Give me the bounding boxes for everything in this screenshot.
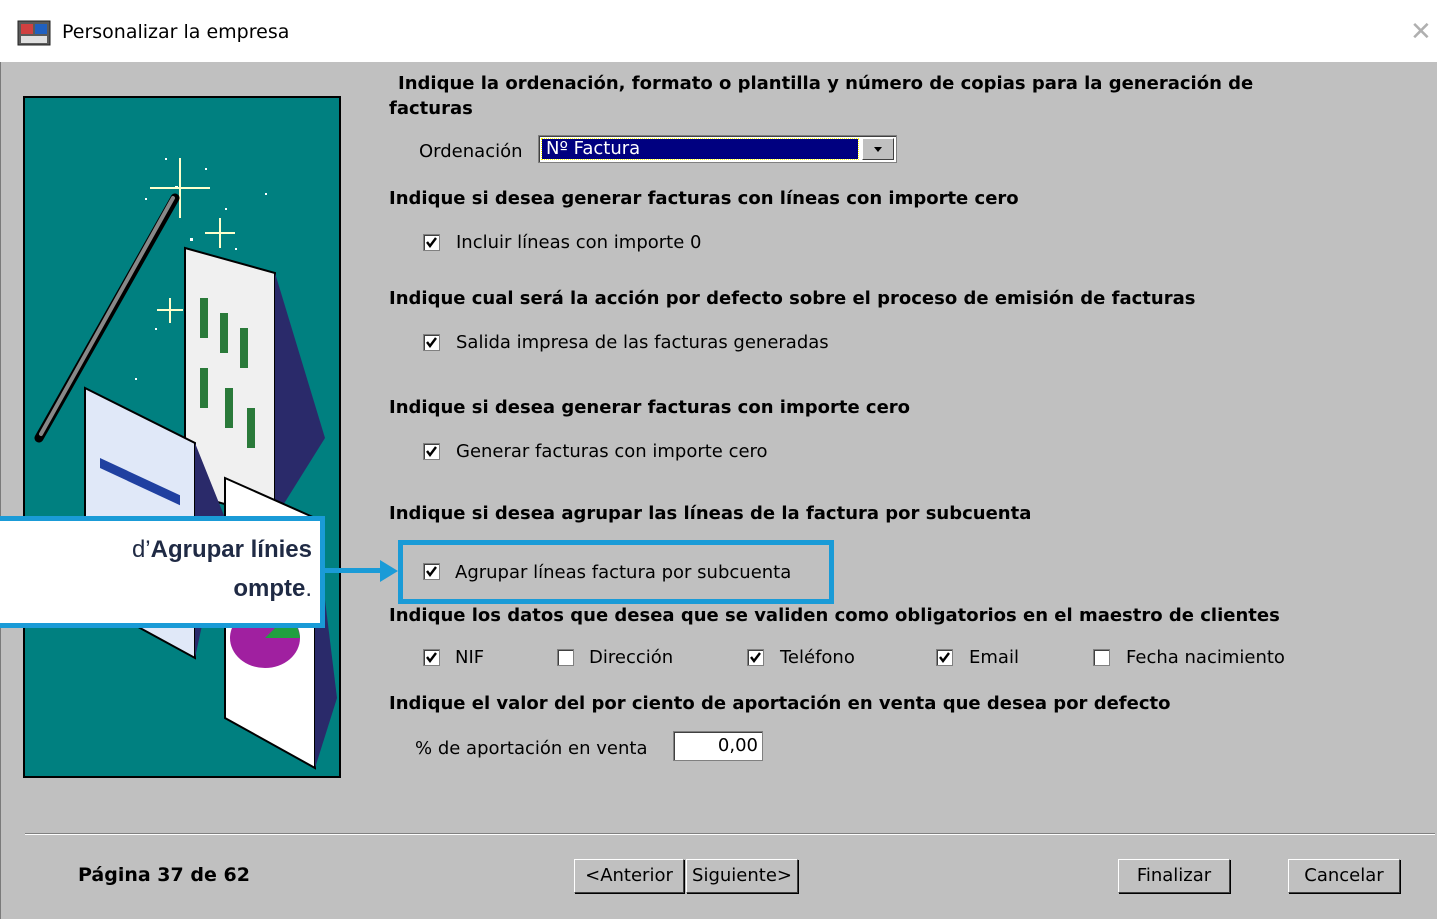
contribution-input[interactable]: 0,00	[673, 731, 763, 761]
nif-checkbox[interactable]	[423, 649, 440, 666]
fecha-nacimiento-label: Fecha nacimiento	[1126, 647, 1285, 668]
printed-output-label: Salida impresa de las facturas generadas	[456, 332, 829, 353]
ordering-heading-line2: facturas	[389, 98, 473, 119]
callout-line2-bold: ompte	[233, 575, 306, 602]
window-title: Personalizar la empresa	[62, 21, 290, 43]
telefono-label: Teléfono	[780, 647, 855, 668]
required-fields-heading: Indique los datos que desea que se valid…	[389, 605, 1280, 626]
wizard-illustration	[23, 96, 341, 778]
page-indicator: Página 37 de 62	[78, 864, 250, 886]
callout-line2-suffix: .	[305, 575, 312, 602]
app-icon	[17, 20, 51, 46]
ordering-selected-value[interactable]: Nº Factura	[541, 138, 859, 160]
title-bar: Personalizar la empresa ✕	[0, 0, 1437, 62]
checkmark-icon	[426, 237, 437, 248]
wizard-illustration-art	[34, 158, 337, 770]
callout-line1-bold: Agrupar línies	[150, 536, 312, 563]
fecha-nacimiento-checkbox[interactable]	[1093, 649, 1110, 666]
ordering-heading-line1: Indique la ordenación, formato o plantil…	[398, 73, 1254, 94]
highlight-box	[398, 540, 834, 604]
previous-button[interactable]: <Anterior	[574, 859, 684, 893]
ordering-label: Ordenación	[419, 141, 523, 162]
callout-arrow-line	[325, 568, 385, 573]
chevron-down-icon	[874, 147, 882, 152]
contribution-heading: Indique el valor del por ciento de aport…	[389, 693, 1171, 714]
next-button[interactable]: Siguiente>	[686, 859, 798, 893]
group-lines-heading: Indique si desea agrupar las líneas de l…	[389, 503, 1032, 524]
cancel-button[interactable]: Cancelar	[1288, 859, 1400, 893]
nif-label: NIF	[455, 647, 485, 668]
dropdown-button[interactable]	[862, 138, 894, 160]
footer-separator-highlight	[25, 834, 1435, 835]
contribution-label: % de aportación en venta	[415, 738, 648, 759]
include-zero-lines-label: Incluir líneas con importe 0	[456, 232, 702, 253]
default-action-heading: Indique cual será la acción por defecto …	[389, 288, 1196, 309]
zero-invoices-label: Generar facturas con importe cero	[456, 441, 768, 462]
zero-lines-heading: Indique si desea generar facturas con lí…	[389, 188, 1019, 209]
direccion-label: Dirección	[589, 647, 674, 668]
zero-invoices-heading: Indique si desea generar facturas con im…	[389, 397, 911, 418]
checkmark-icon	[426, 337, 437, 348]
callout-text: d’Agrupar línies ompte.	[0, 530, 312, 608]
callout-line1-prefix: d’	[131, 536, 151, 563]
email-label: Email	[969, 647, 1019, 668]
telefono-checkbox[interactable]	[747, 649, 764, 666]
checkmark-icon	[750, 652, 761, 663]
callout-arrow-icon	[380, 560, 398, 582]
close-icon[interactable]: ✕	[1410, 16, 1432, 46]
include-zero-lines-checkbox[interactable]	[423, 234, 440, 251]
ordering-select[interactable]: Nº Factura	[538, 135, 897, 163]
finish-button[interactable]: Finalizar	[1118, 859, 1230, 893]
checkmark-icon	[426, 652, 437, 663]
dialog-left-border	[0, 62, 1, 919]
checkmark-icon	[939, 652, 950, 663]
zero-invoices-checkbox[interactable]	[423, 443, 440, 460]
direccion-checkbox[interactable]	[557, 649, 574, 666]
checkmark-icon	[426, 446, 437, 457]
email-checkbox[interactable]	[936, 649, 953, 666]
printed-output-checkbox[interactable]	[423, 334, 440, 351]
